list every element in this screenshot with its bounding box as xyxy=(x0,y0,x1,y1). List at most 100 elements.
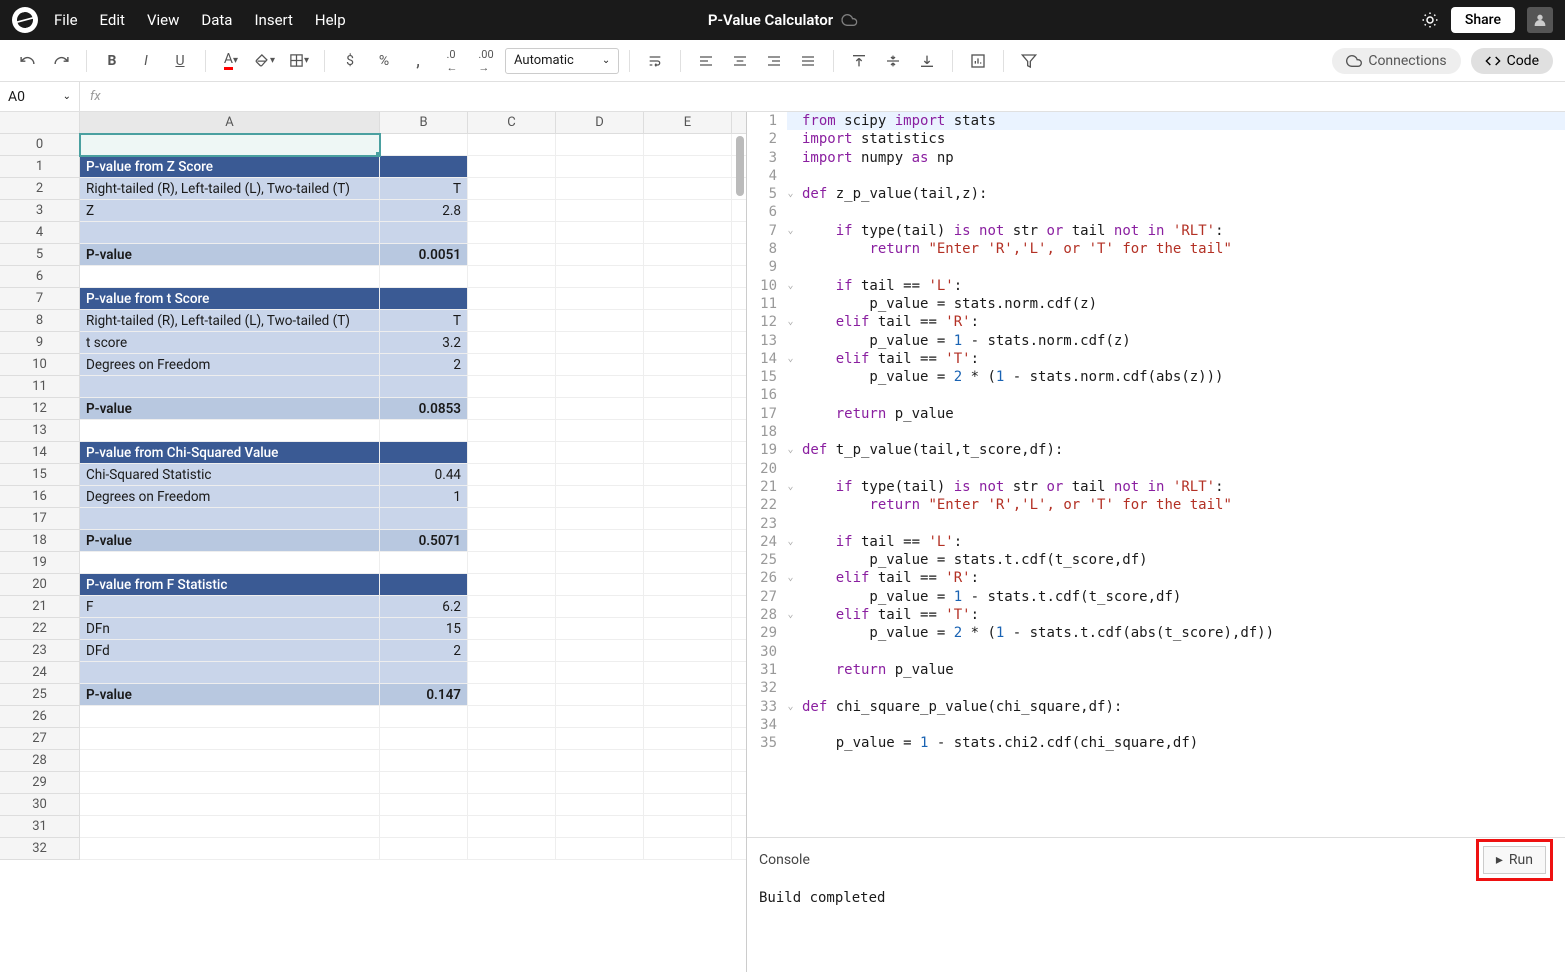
cell-E27[interactable] xyxy=(644,728,732,750)
cell-D16[interactable] xyxy=(556,486,644,508)
cell-E18[interactable] xyxy=(644,530,732,552)
cell-B22[interactable]: 15 xyxy=(380,618,468,640)
align-justify-button[interactable] xyxy=(793,46,823,76)
share-button[interactable]: Share xyxy=(1451,7,1515,33)
spreadsheet-grid[interactable]: ABCDE01P-value from Z Score2Right-tailed… xyxy=(0,112,746,860)
fold-marker[interactable]: ⌄ xyxy=(787,478,796,496)
cell-D6[interactable] xyxy=(556,266,644,288)
cell-E9[interactable] xyxy=(644,332,732,354)
cell-C13[interactable] xyxy=(468,420,556,442)
code-text-14[interactable]: elif tail == 'T': xyxy=(796,350,1565,368)
cell-C31[interactable] xyxy=(468,816,556,838)
cell-A1[interactable]: P-value from Z Score xyxy=(80,156,380,178)
cell-D24[interactable] xyxy=(556,662,644,684)
cell-A14[interactable]: P-value from Chi-Squared Value xyxy=(80,442,380,464)
code-text-16[interactable] xyxy=(796,386,1565,404)
row-header-27[interactable]: 27 xyxy=(0,728,80,750)
fold-marker[interactable]: ⌄ xyxy=(787,569,796,587)
fill-color-button[interactable]: ▾ xyxy=(250,46,280,76)
cell-D7[interactable] xyxy=(556,288,644,310)
menu-view[interactable]: View xyxy=(147,11,179,29)
cell-D13[interactable] xyxy=(556,420,644,442)
code-line-12[interactable]: 12⌄ elif tail == 'R': xyxy=(747,313,1565,331)
row-header-8[interactable]: 8 xyxy=(0,310,80,332)
cell-A23[interactable]: DFd xyxy=(80,640,380,662)
connections-button[interactable]: Connections xyxy=(1332,48,1460,74)
cell-E12[interactable] xyxy=(644,398,732,420)
cell-B28[interactable] xyxy=(380,750,468,772)
code-line-29[interactable]: 29 p_value = 2 * (1 - stats.t.cdf(abs(t_… xyxy=(747,624,1565,642)
row-header-13[interactable]: 13 xyxy=(0,420,80,442)
cell-C14[interactable] xyxy=(468,442,556,464)
cell-D21[interactable] xyxy=(556,596,644,618)
cell-E8[interactable] xyxy=(644,310,732,332)
cell-B1[interactable] xyxy=(380,156,468,178)
code-text-3[interactable]: import numpy as np xyxy=(796,149,1565,167)
select-all-cell[interactable] xyxy=(0,112,80,134)
cell-A30[interactable] xyxy=(80,794,380,816)
cell-A16[interactable]: Degrees on Freedom xyxy=(80,486,380,508)
cell-E4[interactable] xyxy=(644,222,732,244)
cell-C7[interactable] xyxy=(468,288,556,310)
cell-D11[interactable] xyxy=(556,376,644,398)
menu-data[interactable]: Data xyxy=(201,11,232,29)
row-header-16[interactable]: 16 xyxy=(0,486,80,508)
code-line-22[interactable]: 22 return "Enter 'R','L', or 'T' for the… xyxy=(747,496,1565,514)
code-text-22[interactable]: return "Enter 'R','L', or 'T' for the ta… xyxy=(796,496,1565,514)
code-line-30[interactable]: 30 xyxy=(747,643,1565,661)
col-header-D[interactable]: D xyxy=(556,112,644,134)
spreadsheet-pane[interactable]: ABCDE01P-value from Z Score2Right-tailed… xyxy=(0,112,747,972)
cell-C16[interactable] xyxy=(468,486,556,508)
cell-B25[interactable]: 0.147 xyxy=(380,684,468,706)
code-text-5[interactable]: def z_p_value(tail,z): xyxy=(796,185,1565,203)
cell-C28[interactable] xyxy=(468,750,556,772)
cell-D23[interactable] xyxy=(556,640,644,662)
cell-E30[interactable] xyxy=(644,794,732,816)
fold-marker[interactable]: ⌄ xyxy=(787,441,796,459)
code-text-15[interactable]: p_value = 2 * (1 - stats.norm.cdf(abs(z)… xyxy=(796,368,1565,386)
cell-D27[interactable] xyxy=(556,728,644,750)
code-line-31[interactable]: 31 return p_value xyxy=(747,661,1565,679)
fold-marker[interactable]: ⌄ xyxy=(787,350,796,368)
cell-E0[interactable] xyxy=(644,134,732,156)
code-text-25[interactable]: p_value = stats.t.cdf(t_score,df) xyxy=(796,551,1565,569)
cell-C10[interactable] xyxy=(468,354,556,376)
cell-B16[interactable]: 1 xyxy=(380,486,468,508)
cell-D31[interactable] xyxy=(556,816,644,838)
cell-B4[interactable] xyxy=(380,222,468,244)
col-header-C[interactable]: C xyxy=(468,112,556,134)
document-title[interactable]: P-Value Calculator xyxy=(708,11,857,29)
cell-A29[interactable] xyxy=(80,772,380,794)
cell-A31[interactable] xyxy=(80,816,380,838)
cell-C15[interactable] xyxy=(468,464,556,486)
cell-A21[interactable]: F xyxy=(80,596,380,618)
cell-D28[interactable] xyxy=(556,750,644,772)
cell-A6[interactable] xyxy=(80,266,380,288)
cell-C22[interactable] xyxy=(468,618,556,640)
undo-button[interactable] xyxy=(12,46,42,76)
valign-middle-button[interactable] xyxy=(878,46,908,76)
cell-D19[interactable] xyxy=(556,552,644,574)
align-center-button[interactable] xyxy=(725,46,755,76)
cell-A26[interactable] xyxy=(80,706,380,728)
row-header-21[interactable]: 21 xyxy=(0,596,80,618)
cell-C30[interactable] xyxy=(468,794,556,816)
code-toggle-button[interactable]: Code xyxy=(1471,48,1553,74)
cell-E14[interactable] xyxy=(644,442,732,464)
cell-D29[interactable] xyxy=(556,772,644,794)
code-text-31[interactable]: return p_value xyxy=(796,661,1565,679)
cell-C27[interactable] xyxy=(468,728,556,750)
cell-E13[interactable] xyxy=(644,420,732,442)
valign-top-button[interactable] xyxy=(844,46,874,76)
cell-D14[interactable] xyxy=(556,442,644,464)
cell-C18[interactable] xyxy=(468,530,556,552)
theme-toggle-icon[interactable] xyxy=(1421,11,1439,29)
cell-E23[interactable] xyxy=(644,640,732,662)
code-line-9[interactable]: 9 xyxy=(747,258,1565,276)
cell-D1[interactable] xyxy=(556,156,644,178)
code-text-6[interactable] xyxy=(796,203,1565,221)
row-header-26[interactable]: 26 xyxy=(0,706,80,728)
cell-A8[interactable]: Right-tailed (R), Left-tailed (L), Two-t… xyxy=(80,310,380,332)
cell-D20[interactable] xyxy=(556,574,644,596)
row-header-12[interactable]: 12 xyxy=(0,398,80,420)
